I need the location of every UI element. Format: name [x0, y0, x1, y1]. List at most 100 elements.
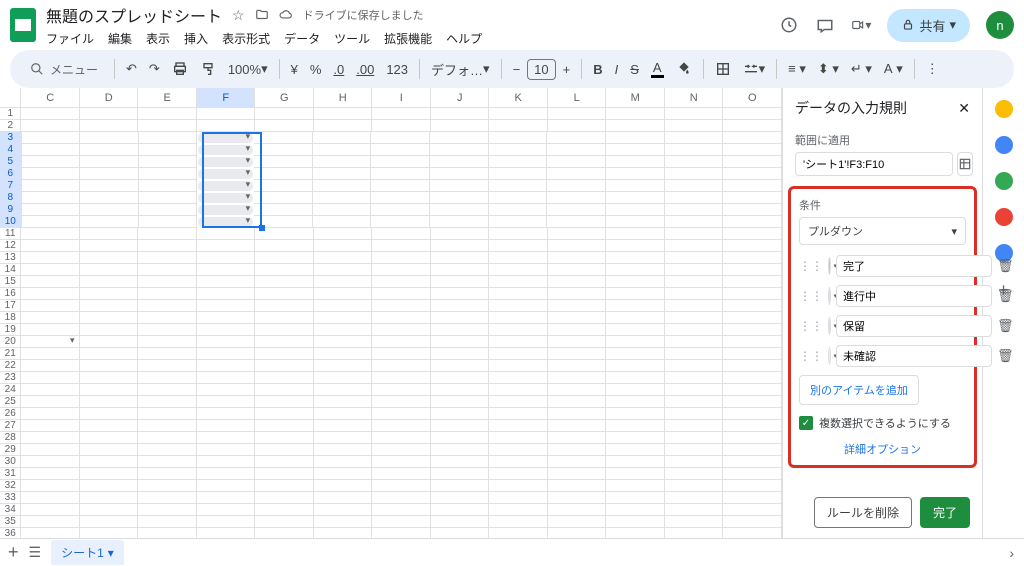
row-header[interactable]: 8: [0, 192, 22, 204]
row-header[interactable]: 4: [0, 144, 22, 156]
row-header[interactable]: 24: [0, 384, 21, 396]
cell[interactable]: [139, 192, 198, 204]
cell[interactable]: [723, 384, 782, 396]
cell[interactable]: [372, 372, 431, 384]
cell[interactable]: [430, 192, 489, 204]
cell[interactable]: [138, 420, 197, 432]
cell[interactable]: [723, 240, 782, 252]
cell[interactable]: [723, 516, 782, 528]
cell[interactable]: [548, 432, 607, 444]
cell[interactable]: [314, 324, 373, 336]
row-header[interactable]: 9: [0, 204, 22, 216]
cell[interactable]: [254, 144, 313, 156]
cell[interactable]: [21, 120, 80, 132]
cell[interactable]: [372, 444, 431, 456]
menu-file[interactable]: ファイル: [46, 30, 94, 47]
cell[interactable]: [138, 384, 197, 396]
cell[interactable]: [723, 432, 782, 444]
cell[interactable]: [548, 372, 607, 384]
cell[interactable]: [255, 468, 314, 480]
cell[interactable]: [665, 240, 724, 252]
cell[interactable]: [606, 204, 665, 216]
paint-format-button[interactable]: [195, 57, 221, 81]
cell[interactable]: [723, 336, 782, 348]
cell[interactable]: [606, 372, 665, 384]
color-chip-dropdown[interactable]: [828, 287, 831, 305]
cell[interactable]: [548, 384, 607, 396]
cell[interactable]: [548, 444, 607, 456]
cell[interactable]: [314, 120, 373, 132]
cell[interactable]: [371, 180, 430, 192]
cell[interactable]: [372, 264, 431, 276]
cell[interactable]: [80, 372, 139, 384]
calendar-addon-icon[interactable]: [995, 100, 1013, 118]
cell[interactable]: [313, 168, 372, 180]
cell[interactable]: [313, 192, 372, 204]
cell[interactable]: [723, 504, 782, 516]
cell[interactable]: [138, 504, 197, 516]
cell[interactable]: [665, 276, 724, 288]
cell[interactable]: [606, 504, 665, 516]
cell[interactable]: [314, 336, 373, 348]
cell[interactable]: [606, 216, 665, 228]
cell[interactable]: [372, 480, 431, 492]
cell[interactable]: [198, 193, 253, 203]
color-chip-dropdown[interactable]: [828, 317, 831, 335]
cell[interactable]: [314, 252, 373, 264]
cell[interactable]: [21, 240, 80, 252]
cell[interactable]: [489, 360, 548, 372]
cell[interactable]: [80, 348, 139, 360]
cell[interactable]: [197, 468, 256, 480]
cell[interactable]: [372, 432, 431, 444]
cell[interactable]: [21, 408, 80, 420]
cell[interactable]: [489, 480, 548, 492]
cell[interactable]: [548, 528, 607, 538]
cell[interactable]: [21, 528, 80, 538]
cell[interactable]: [431, 504, 490, 516]
cell[interactable]: [22, 204, 81, 216]
row-header[interactable]: 30: [0, 456, 21, 468]
cell[interactable]: [489, 204, 548, 216]
row-header[interactable]: 33: [0, 492, 21, 504]
row-header[interactable]: 21: [0, 348, 21, 360]
cell[interactable]: [606, 168, 665, 180]
cell[interactable]: [372, 108, 431, 120]
halign-button[interactable]: ≡ ▾: [783, 57, 811, 81]
cell[interactable]: [665, 168, 724, 180]
cell[interactable]: [255, 384, 314, 396]
row-header[interactable]: 7: [0, 180, 22, 192]
cell[interactable]: [80, 180, 139, 192]
cell[interactable]: [489, 348, 548, 360]
user-avatar[interactable]: n: [986, 11, 1014, 39]
menu-tools[interactable]: ツール: [334, 30, 370, 47]
cell[interactable]: [665, 528, 724, 538]
cell[interactable]: [22, 156, 81, 168]
cell[interactable]: [138, 108, 197, 120]
cell[interactable]: [665, 456, 724, 468]
cell[interactable]: [197, 456, 256, 468]
cell[interactable]: [371, 192, 430, 204]
cell[interactable]: [548, 120, 607, 132]
cell[interactable]: [723, 288, 782, 300]
cell[interactable]: [430, 216, 489, 228]
cell[interactable]: [255, 312, 314, 324]
cell[interactable]: [665, 156, 724, 168]
cell[interactable]: [606, 288, 665, 300]
cell[interactable]: [548, 264, 607, 276]
menu-edit[interactable]: 編集: [108, 30, 132, 47]
cell[interactable]: [548, 252, 607, 264]
cell[interactable]: [255, 300, 314, 312]
cell[interactable]: [197, 252, 256, 264]
tasks-addon-icon[interactable]: [995, 172, 1013, 190]
cell[interactable]: [254, 168, 313, 180]
cell[interactable]: [723, 300, 782, 312]
cell[interactable]: [255, 504, 314, 516]
cell[interactable]: [489, 336, 548, 348]
row-header[interactable]: 32: [0, 480, 21, 492]
cell[interactable]: [665, 480, 724, 492]
cell[interactable]: [431, 276, 490, 288]
cell[interactable]: [547, 156, 606, 168]
cell[interactable]: [255, 480, 314, 492]
cell[interactable]: [80, 384, 139, 396]
cell[interactable]: [254, 156, 313, 168]
